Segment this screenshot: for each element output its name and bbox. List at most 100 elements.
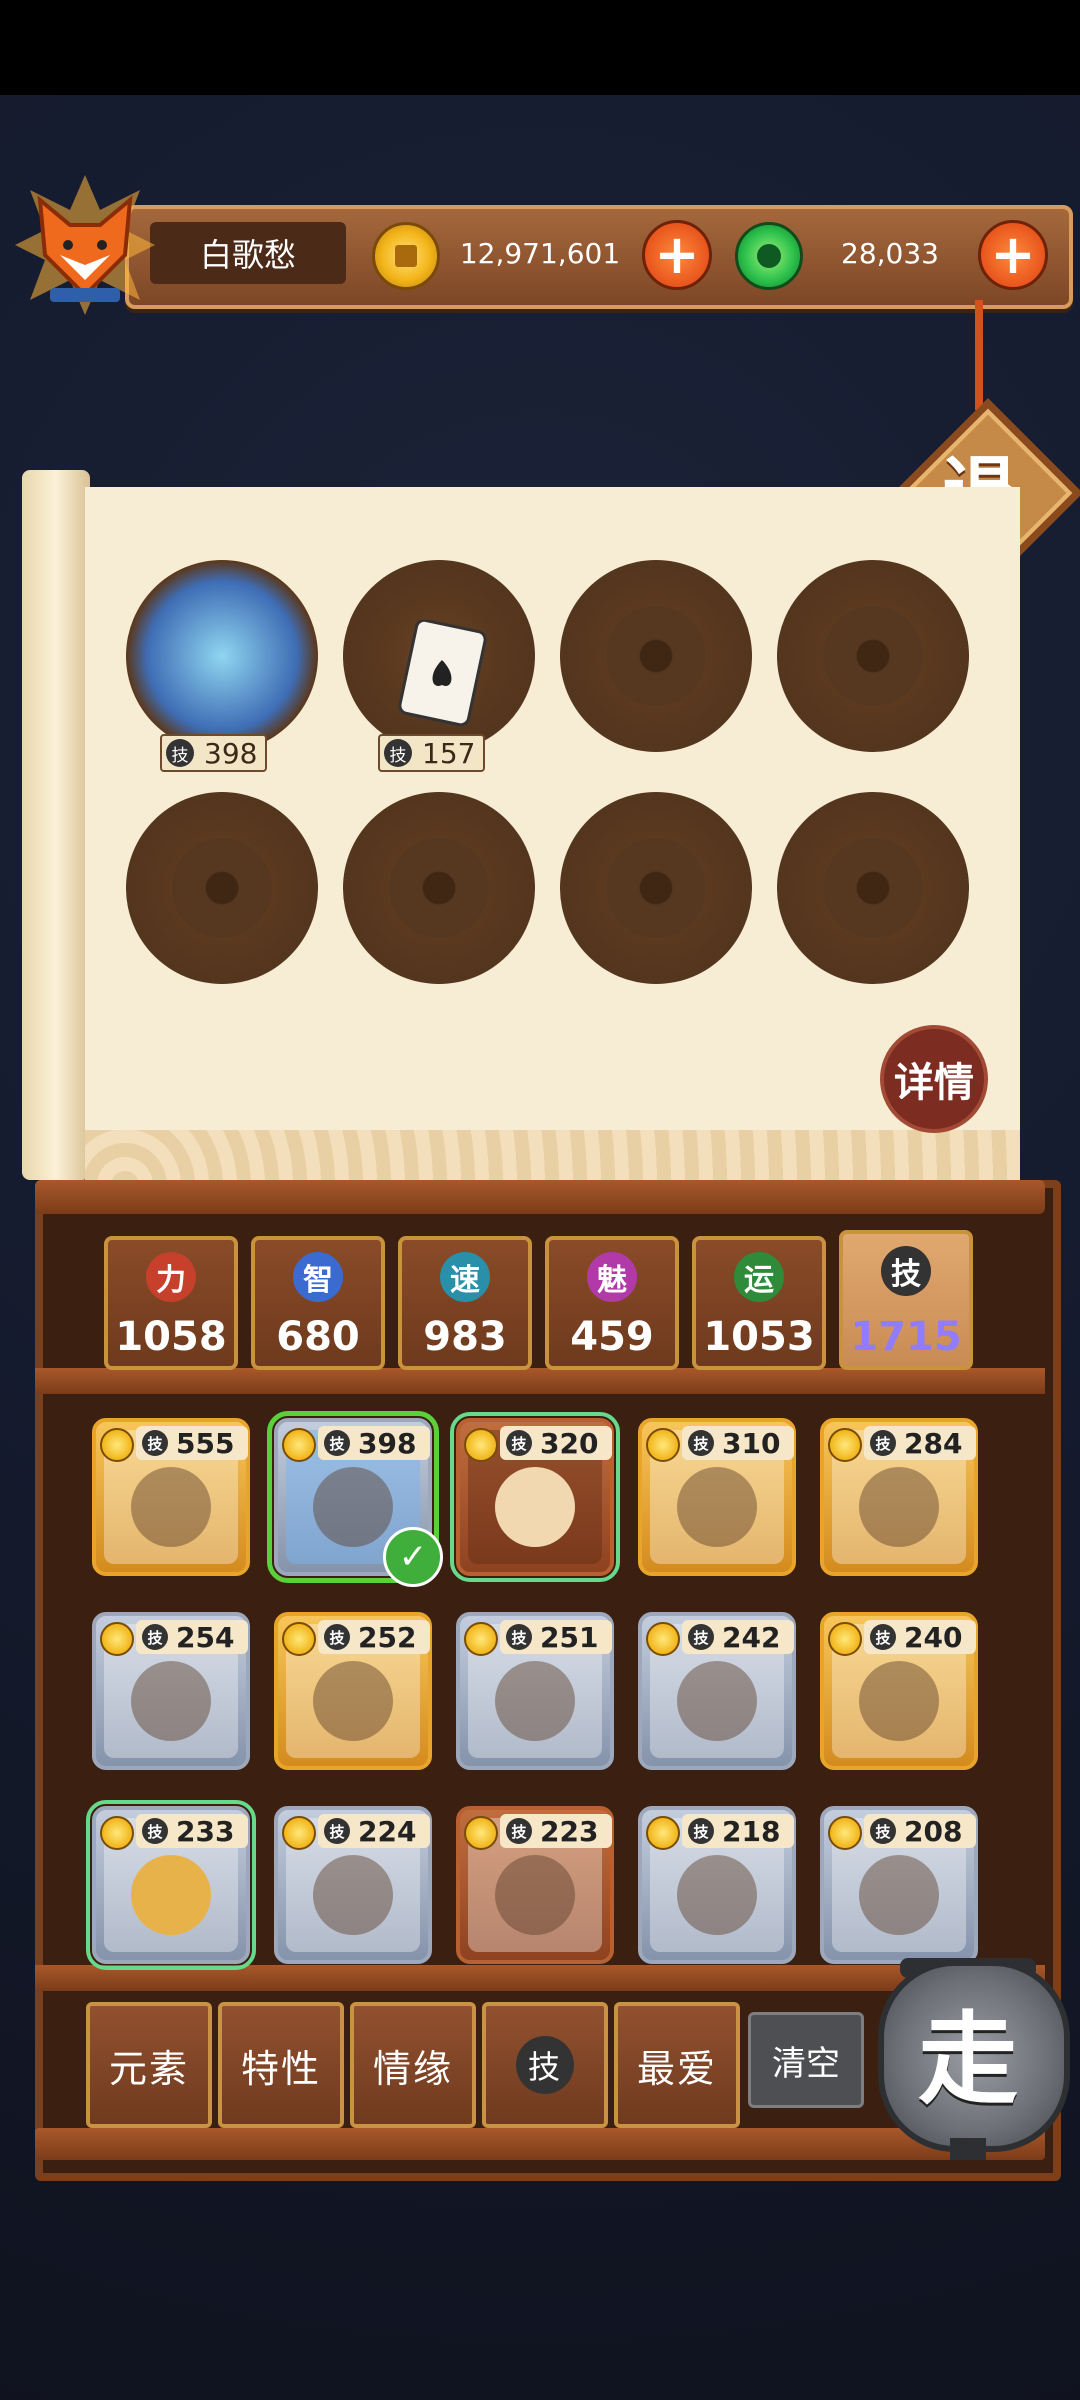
skill-icon: 技 bbox=[688, 1624, 714, 1650]
card-skill-badge: 技 240 bbox=[864, 1620, 976, 1654]
skill-icon: 技 bbox=[142, 1624, 168, 1650]
team-slot-7[interactable] bbox=[560, 792, 752, 984]
add-jade-button[interactable]: + bbox=[978, 220, 1048, 290]
card-skill-badge: 技 251 bbox=[500, 1620, 612, 1654]
star-icon bbox=[464, 1428, 498, 1462]
fox-avatar-icon[interactable] bbox=[10, 170, 160, 320]
card-skill-badge: 技 208 bbox=[864, 1814, 976, 1848]
card-skill-value: 223 bbox=[540, 1814, 599, 1848]
team-slot-1[interactable] bbox=[126, 560, 318, 752]
stat-skill[interactable]: 技 1715 bbox=[839, 1230, 973, 1370]
card-skill-badge: 技 310 bbox=[682, 1426, 794, 1460]
character-card-3[interactable]: 技 320 bbox=[450, 1412, 620, 1582]
skill-icon: 技 bbox=[166, 739, 194, 767]
filter-skill-button[interactable]: 技 bbox=[482, 2002, 608, 2128]
detail-button[interactable]: 详情 bbox=[880, 1025, 988, 1133]
clear-button[interactable]: 清空 bbox=[748, 2012, 864, 2108]
filter-favorite-button[interactable]: 最爱 bbox=[614, 2002, 740, 2128]
character-card-13[interactable]: 技 223 bbox=[456, 1806, 614, 1964]
team-slot-6[interactable] bbox=[343, 792, 535, 984]
stat-value: 459 bbox=[570, 1314, 654, 1360]
character-portrait bbox=[677, 1855, 757, 1935]
charm-icon: 魅 bbox=[587, 1252, 637, 1302]
card-skill-badge: 技 398 bbox=[318, 1426, 430, 1460]
card-skill-value: 240 bbox=[904, 1620, 963, 1654]
star-icon bbox=[828, 1816, 862, 1850]
skill-icon: 技 bbox=[506, 1624, 532, 1650]
star-icon bbox=[646, 1622, 680, 1656]
skill-icon: 技 bbox=[142, 1430, 168, 1456]
character-card-6[interactable]: 技 254 bbox=[92, 1612, 250, 1770]
card-skill-value: 218 bbox=[722, 1814, 781, 1848]
skill-icon: 技 bbox=[870, 1818, 896, 1844]
card-skill-value: 208 bbox=[904, 1814, 963, 1848]
card-skill-badge: 技 218 bbox=[682, 1814, 794, 1848]
team-slot-5[interactable] bbox=[126, 792, 318, 984]
star-icon bbox=[828, 1428, 862, 1462]
character-card-14[interactable]: 技 218 bbox=[638, 1806, 796, 1964]
character-card-12[interactable]: 技 224 bbox=[274, 1806, 432, 1964]
skill-icon: 技 bbox=[324, 1818, 350, 1844]
card-skill-value: 310 bbox=[722, 1426, 781, 1460]
star-icon bbox=[100, 1622, 134, 1656]
stat-speed[interactable]: 速 983 bbox=[398, 1236, 532, 1370]
skill-icon: 技 bbox=[688, 1818, 714, 1844]
star-icon bbox=[282, 1428, 316, 1462]
character-card-7[interactable]: 技 252 bbox=[274, 1612, 432, 1770]
team-slot-2-badge: 技 157 bbox=[378, 734, 486, 772]
skill-icon: 技 bbox=[324, 1430, 350, 1456]
card-skill-value: 284 bbox=[904, 1426, 963, 1460]
filter-trait-button[interactable]: 特性 bbox=[218, 2002, 344, 2128]
filter-element-button[interactable]: 元素 bbox=[86, 2002, 212, 2128]
character-portrait bbox=[313, 1467, 393, 1547]
stat-value: 1058 bbox=[115, 1314, 227, 1360]
skill-icon: 技 bbox=[881, 1246, 931, 1296]
character-card-5[interactable]: 技 284 bbox=[820, 1418, 978, 1576]
lantern-base bbox=[950, 2138, 986, 2160]
star-icon bbox=[646, 1428, 680, 1462]
star-icon bbox=[282, 1622, 316, 1656]
card-skill-badge: 技 233 bbox=[136, 1814, 248, 1848]
character-portrait bbox=[495, 1855, 575, 1935]
character-portrait bbox=[495, 1661, 575, 1741]
scroll-roll bbox=[22, 470, 90, 1180]
star-icon bbox=[464, 1816, 498, 1850]
character-portrait bbox=[859, 1467, 939, 1547]
stat-luck[interactable]: 运 1053 bbox=[692, 1236, 826, 1370]
character-card-2[interactable]: 技 398 ✓ bbox=[267, 1411, 443, 1587]
skill-icon: 技 bbox=[142, 1818, 168, 1844]
stat-value: 680 bbox=[276, 1314, 360, 1360]
scroll-wave-pattern bbox=[85, 1130, 1020, 1185]
stat-strength[interactable]: 力 1058 bbox=[104, 1236, 238, 1370]
character-card-10[interactable]: 技 240 bbox=[820, 1612, 978, 1770]
team-slot-2-value: 157 bbox=[422, 736, 476, 770]
card-skill-badge: 技 555 bbox=[136, 1426, 248, 1460]
go-label[interactable]: 走 bbox=[878, 1960, 1058, 2140]
shelf-top-beam bbox=[35, 1180, 1045, 1214]
card-skill-value: 555 bbox=[176, 1426, 235, 1460]
stat-value: 1715 bbox=[850, 1314, 962, 1360]
card-skill-badge: 技 252 bbox=[318, 1620, 430, 1654]
card-skill-value: 233 bbox=[176, 1814, 235, 1848]
character-card-15[interactable]: 技 208 bbox=[820, 1806, 978, 1964]
stat-intellect[interactable]: 智 680 bbox=[251, 1236, 385, 1370]
character-card-11[interactable]: 技 233 bbox=[86, 1800, 256, 1970]
card-skill-badge: 技 242 bbox=[682, 1620, 794, 1654]
selected-check-icon: ✓ bbox=[383, 1527, 443, 1587]
team-slot-8[interactable] bbox=[777, 792, 969, 984]
character-portrait bbox=[131, 1661, 211, 1741]
team-slot-1-value: 398 bbox=[204, 736, 258, 770]
filter-bond-button[interactable]: 情缘 bbox=[350, 2002, 476, 2128]
card-skill-value: 398 bbox=[358, 1426, 417, 1460]
character-card-9[interactable]: 技 242 bbox=[638, 1612, 796, 1770]
team-slot-4[interactable] bbox=[777, 560, 969, 752]
skill-icon: 技 bbox=[870, 1624, 896, 1650]
character-card-8[interactable]: 技 251 bbox=[456, 1612, 614, 1770]
stat-charm[interactable]: 魅 459 bbox=[545, 1236, 679, 1370]
add-gold-button[interactable]: + bbox=[642, 220, 712, 290]
team-slot-3[interactable] bbox=[560, 560, 752, 752]
character-card-1[interactable]: 技 555 bbox=[92, 1418, 250, 1576]
card-skill-badge: 技 254 bbox=[136, 1620, 248, 1654]
character-card-4[interactable]: 技 310 bbox=[638, 1418, 796, 1576]
star-icon bbox=[828, 1622, 862, 1656]
